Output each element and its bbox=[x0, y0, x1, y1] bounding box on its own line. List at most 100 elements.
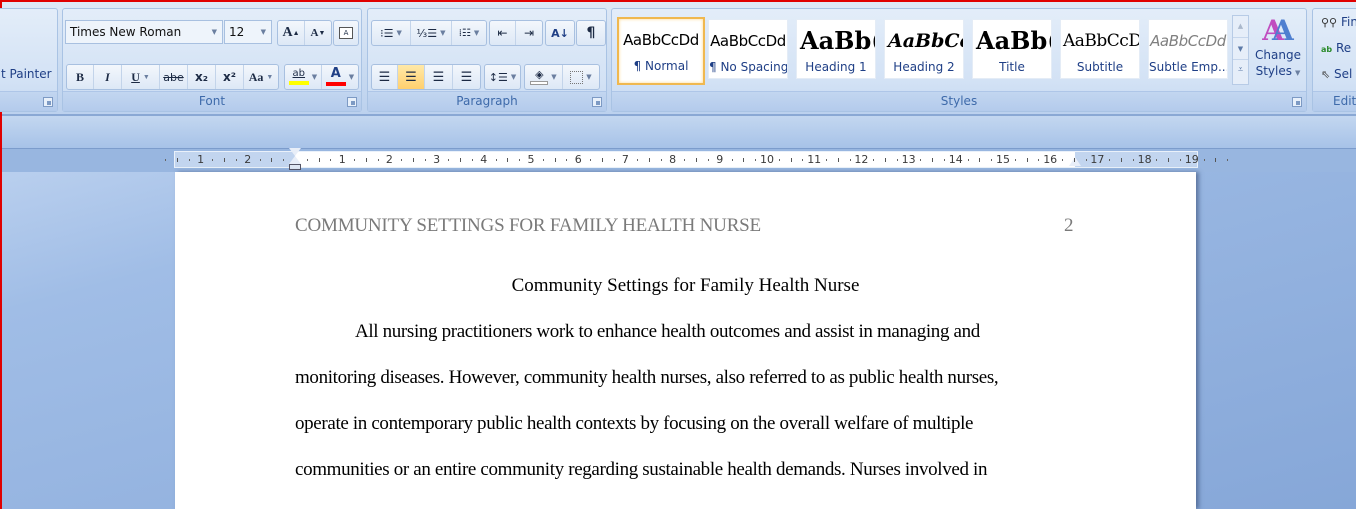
sort-button[interactable]: A↓ bbox=[546, 21, 574, 45]
ruler-tick bbox=[708, 159, 709, 161]
eraser-icon: A bbox=[339, 27, 353, 39]
clear-format-wrap: A bbox=[333, 20, 359, 46]
body-line-4[interactable]: communities or an entire community regar… bbox=[295, 459, 987, 481]
ruler-number: 8 bbox=[669, 153, 677, 166]
ruler-number: 11 bbox=[807, 153, 822, 166]
styles-group-label: Styles bbox=[612, 91, 1306, 111]
font-size-combo[interactable]: 12 ▼ bbox=[224, 20, 272, 44]
ruler-tick bbox=[790, 158, 792, 162]
clear-formatting-button[interactable]: A bbox=[334, 21, 358, 45]
change-case-button[interactable]: Aa ▼ bbox=[244, 65, 278, 89]
highlight-button[interactable]: ab ▼ bbox=[285, 65, 322, 89]
increase-indent-button[interactable]: ⇥ bbox=[516, 21, 542, 45]
decrease-indent-button[interactable]: ⇤ bbox=[490, 21, 516, 45]
styles-dialog-launcher[interactable] bbox=[1292, 97, 1302, 107]
select-button[interactable]: ⇖ Sel bbox=[1321, 67, 1352, 81]
decrease-indent-icon: ⇤ bbox=[497, 26, 508, 40]
page-header[interactable]: COMMUNITY SETTINGS FOR FAMILY HEALTH NUR… bbox=[295, 215, 761, 237]
paragraph-group-label: Paragraph bbox=[368, 91, 606, 111]
ruler-tick bbox=[896, 159, 898, 161]
styles-scroll-up-button[interactable]: ▲ bbox=[1233, 16, 1248, 38]
underline-button[interactable]: U ▼ bbox=[122, 65, 160, 89]
justify-button[interactable]: ☰ bbox=[453, 65, 480, 89]
borders-button[interactable]: ▼ bbox=[563, 65, 599, 89]
replace-label: Re bbox=[1335, 41, 1352, 55]
font-dialog-launcher[interactable] bbox=[347, 97, 357, 107]
subscript-button[interactable]: x₂ bbox=[188, 65, 216, 89]
page-number: 2 bbox=[1064, 215, 1074, 236]
body-line-3[interactable]: operate in contemporary public health co… bbox=[295, 413, 973, 435]
find-button[interactable]: ⚲⚲ Fin bbox=[1321, 15, 1356, 29]
replace-button[interactable]: ab Re bbox=[1321, 41, 1351, 55]
ruler-tick bbox=[932, 158, 934, 162]
change-styles-button[interactable]: AA Change Styles ▼ bbox=[1252, 15, 1304, 91]
superscript-button[interactable]: x² bbox=[216, 65, 244, 89]
line-spacing-button[interactable]: ↕☰ ▼ bbox=[485, 65, 520, 89]
styles-more-button[interactable]: ⩡ bbox=[1233, 60, 1248, 82]
shrink-font-icon: A bbox=[310, 27, 319, 39]
ruler-tick bbox=[188, 159, 190, 161]
bold-button[interactable]: B bbox=[67, 65, 94, 89]
alignment-buttons: ☰ ☰ ☰ ☰ bbox=[371, 64, 481, 90]
chevron-down-icon: ▼ bbox=[211, 28, 217, 36]
font-color-button[interactable]: A ▼ bbox=[322, 65, 358, 89]
style-sample: AaBbCc bbox=[888, 30, 963, 52]
format-painter-button[interactable]: t Painter bbox=[1, 67, 52, 81]
italic-button[interactable]: I bbox=[94, 65, 122, 89]
styles-scroll-down-button[interactable]: ▼ bbox=[1233, 38, 1248, 60]
style-normal[interactable]: AaBbCcDd ¶ Normal bbox=[617, 17, 705, 85]
font-name-combo[interactable]: Times New Roman ▼ bbox=[65, 20, 223, 44]
ruler-tick bbox=[1168, 158, 1170, 162]
line-spacing-icon: ↕☰ bbox=[488, 70, 508, 84]
shading-button[interactable]: ◈ ▼ bbox=[525, 65, 563, 89]
ruler-tick bbox=[1109, 159, 1111, 161]
chevron-down-icon: ▼ bbox=[1295, 69, 1301, 77]
ruler-tick bbox=[165, 159, 167, 161]
change-styles-label-1: Change bbox=[1255, 48, 1301, 62]
align-left-button[interactable]: ☰ bbox=[372, 65, 398, 89]
ruler-tick bbox=[212, 159, 214, 161]
strikethrough-button[interactable]: abe bbox=[160, 65, 188, 89]
align-right-button[interactable]: ☰ bbox=[425, 65, 453, 89]
paragraph-dialog-launcher[interactable] bbox=[592, 97, 602, 107]
style-subtle-emphasis[interactable]: AaBbCcDd Subtle Emp... bbox=[1148, 19, 1228, 79]
body-line-2[interactable]: monitoring diseases. However, community … bbox=[295, 367, 999, 389]
border-icon bbox=[570, 70, 584, 84]
document-page[interactable]: COMMUNITY SETTINGS FOR FAMILY HEALTH NUR… bbox=[175, 172, 1196, 509]
chevron-down-icon: ▼ bbox=[260, 28, 266, 36]
ruler-number: 10 bbox=[760, 153, 774, 166]
style-title[interactable]: AaBb( Title bbox=[972, 19, 1052, 79]
chevron-down-icon: ▼ bbox=[348, 73, 355, 81]
ruler-tick bbox=[1073, 158, 1075, 162]
select-label: Sel bbox=[1334, 67, 1353, 81]
ruler-tick bbox=[554, 158, 556, 162]
first-line-indent-marker[interactable] bbox=[289, 148, 301, 170]
show-hide-marks-button[interactable]: ¶ bbox=[577, 21, 605, 45]
horizontal-ruler[interactable]: 2 1 1 2 3 4 5 6 7 8 9 10 11 12 13 14 15 16 17 18 19 bbox=[165, 148, 1229, 170]
style-heading-1[interactable]: AaBb( Heading 1 bbox=[796, 19, 876, 79]
style-sample: AaBbCcD bbox=[1063, 31, 1139, 51]
right-indent-marker[interactable] bbox=[1069, 157, 1081, 166]
shrink-font-button[interactable]: A ▼ bbox=[305, 21, 331, 45]
numbering-button[interactable]: ⅓☰ ▼ bbox=[411, 21, 452, 45]
body-line-1[interactable]: All nursing practitioners work to enhanc… bbox=[355, 321, 980, 343]
grow-font-button[interactable]: A ▲ bbox=[278, 21, 305, 45]
align-center-button[interactable]: ☰ bbox=[398, 65, 425, 89]
style-sample: AaBbCcDd bbox=[623, 31, 699, 49]
ruler-number: 1 bbox=[197, 153, 205, 166]
chevron-down-icon: ▼ bbox=[551, 73, 557, 81]
style-heading-2[interactable]: AaBbCc Heading 2 bbox=[884, 19, 964, 79]
ruler-tick bbox=[755, 159, 757, 161]
multilevel-list-button[interactable]: ⁞☷ ▼ bbox=[452, 21, 486, 45]
style-subtitle[interactable]: AaBbCcD Subtitle bbox=[1060, 19, 1140, 79]
ruler-number: 6 bbox=[574, 153, 582, 166]
bullets-button[interactable]: ⁝☰ ▼ bbox=[372, 21, 411, 45]
clipboard-dialog-launcher[interactable] bbox=[43, 97, 53, 107]
indent-buttons: ⇤ ⇥ bbox=[489, 20, 543, 46]
ruler-tick bbox=[979, 158, 981, 162]
color-buttons: ab ▼ A ▼ bbox=[284, 64, 359, 90]
style-no-spacing[interactable]: AaBbCcDd ¶ No Spacing bbox=[708, 19, 788, 79]
chevron-down-icon: ▼ bbox=[586, 73, 592, 81]
editing-group-label: Editi bbox=[1313, 91, 1356, 111]
document-title[interactable]: Community Settings for Family Health Nur… bbox=[175, 275, 1196, 297]
